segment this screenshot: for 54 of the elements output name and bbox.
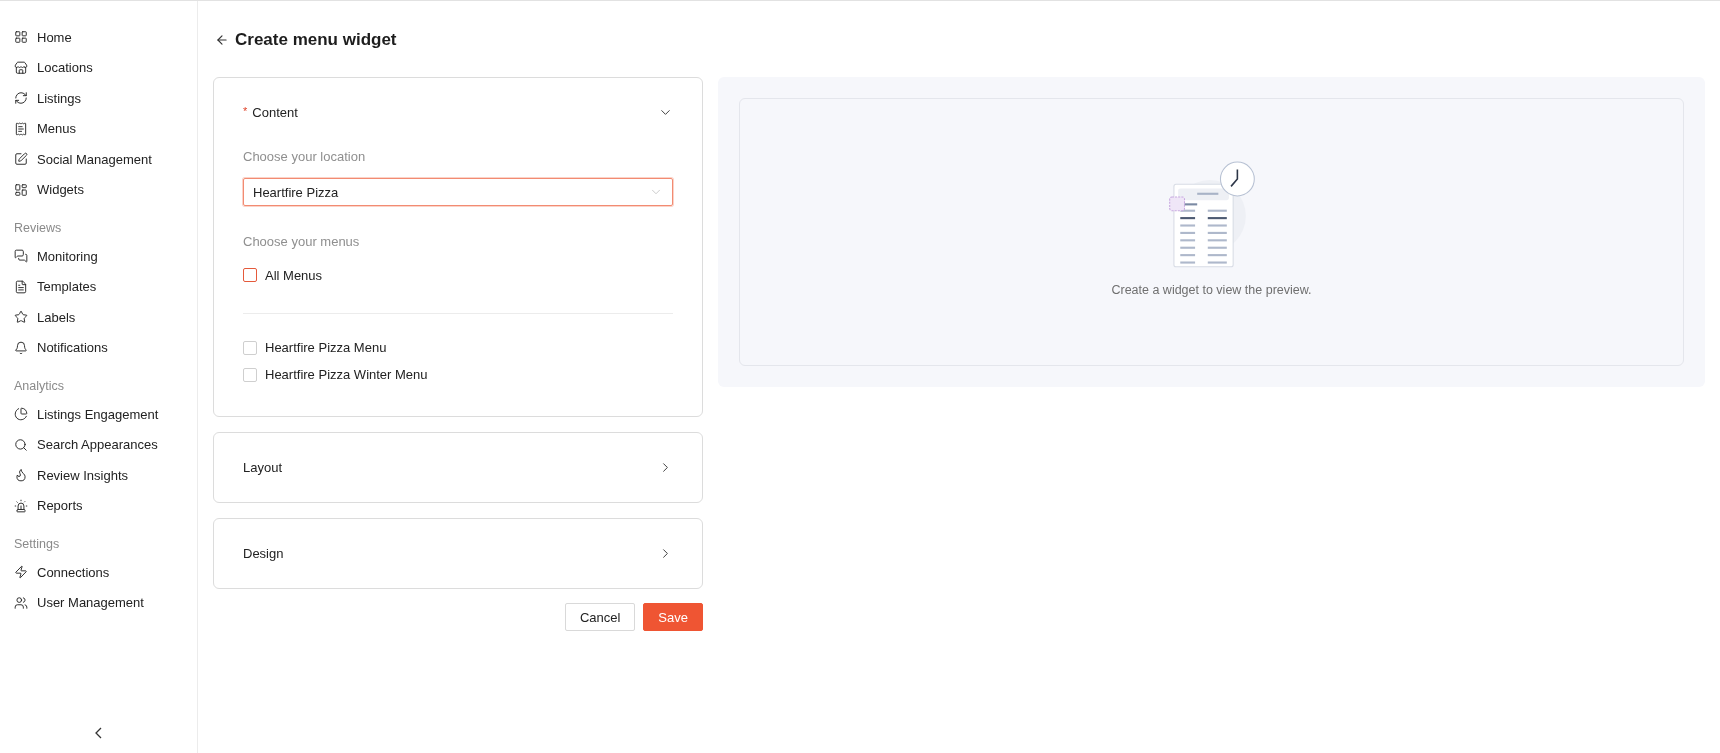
arrow-left-icon [215,33,229,47]
flame-icon [14,468,28,483]
lightning-icon [14,565,28,580]
checkbox-row[interactable]: Heartfire Pizza Menu [243,334,673,361]
back-button[interactable] [215,33,229,47]
sidebar-item[interactable]: Locations [14,52,183,83]
checkbox-row[interactable]: Heartfire Pizza Winter Menu [243,361,673,388]
grid-icon [14,30,28,45]
sidebar-item[interactable]: Notifications [14,332,183,363]
refresh-icon [14,91,28,106]
sidebar-item[interactable]: Search Appearances [14,429,183,460]
location-select[interactable]: Heartfire Pizza [243,178,673,206]
section-title: Layout [243,460,283,475]
checkbox[interactable] [243,268,257,282]
section-title: * Content [243,104,298,120]
field-label: Choose your menus [243,234,361,249]
users-icon [14,595,28,610]
sidebar-item[interactable]: Review Insights [14,460,183,491]
checkbox[interactable] [243,367,257,382]
sidebar-item[interactable]: Widgets [14,174,183,205]
preview-message: Create a widget to view the preview. [1111,283,1312,297]
sidebar-item[interactable]: Menus [14,113,183,144]
store-icon [14,60,28,75]
search-icon [14,437,28,452]
siren-icon [14,498,28,513]
chat-icon [14,249,28,264]
sidebar-item[interactable]: Monitoring [14,241,183,272]
checkbox-row[interactable]: All Menus [243,263,673,287]
sidebar-item[interactable]: Reports [14,490,183,521]
pie-chart-icon [14,407,28,422]
sidebar-item[interactable]: Social Management [14,144,183,175]
sidebar-item[interactable]: Listings [14,83,183,114]
chevron-left-icon [95,727,102,739]
field-label: Choose your location [243,149,367,164]
edit-icon [14,152,28,167]
checkbox[interactable] [243,340,257,355]
sidebar-item[interactable]: Home [14,22,183,53]
collapse-button[interactable] [95,727,102,739]
sidebar-item[interactable]: Listings Engagement [14,399,183,430]
section-heading: Reviews [14,220,63,237]
document-icon [14,279,28,294]
receipt-icon [14,121,28,136]
sidebar-item[interactable]: Connections [14,557,183,588]
sidebar-item[interactable]: User Management [14,587,183,618]
sidebar-item[interactable]: Labels [14,302,183,333]
bell-icon [14,340,28,355]
section-heading: Settings [14,536,61,553]
star-icon [14,310,28,325]
cancel-button[interactable]: Cancel [564,603,636,631]
section-heading: Analytics [14,378,66,395]
dashboard-icon [14,182,28,197]
sidebar-item[interactable]: Templates [14,271,183,302]
page-title: Create menu widget [235,30,397,50]
section-title: Design [243,546,284,561]
